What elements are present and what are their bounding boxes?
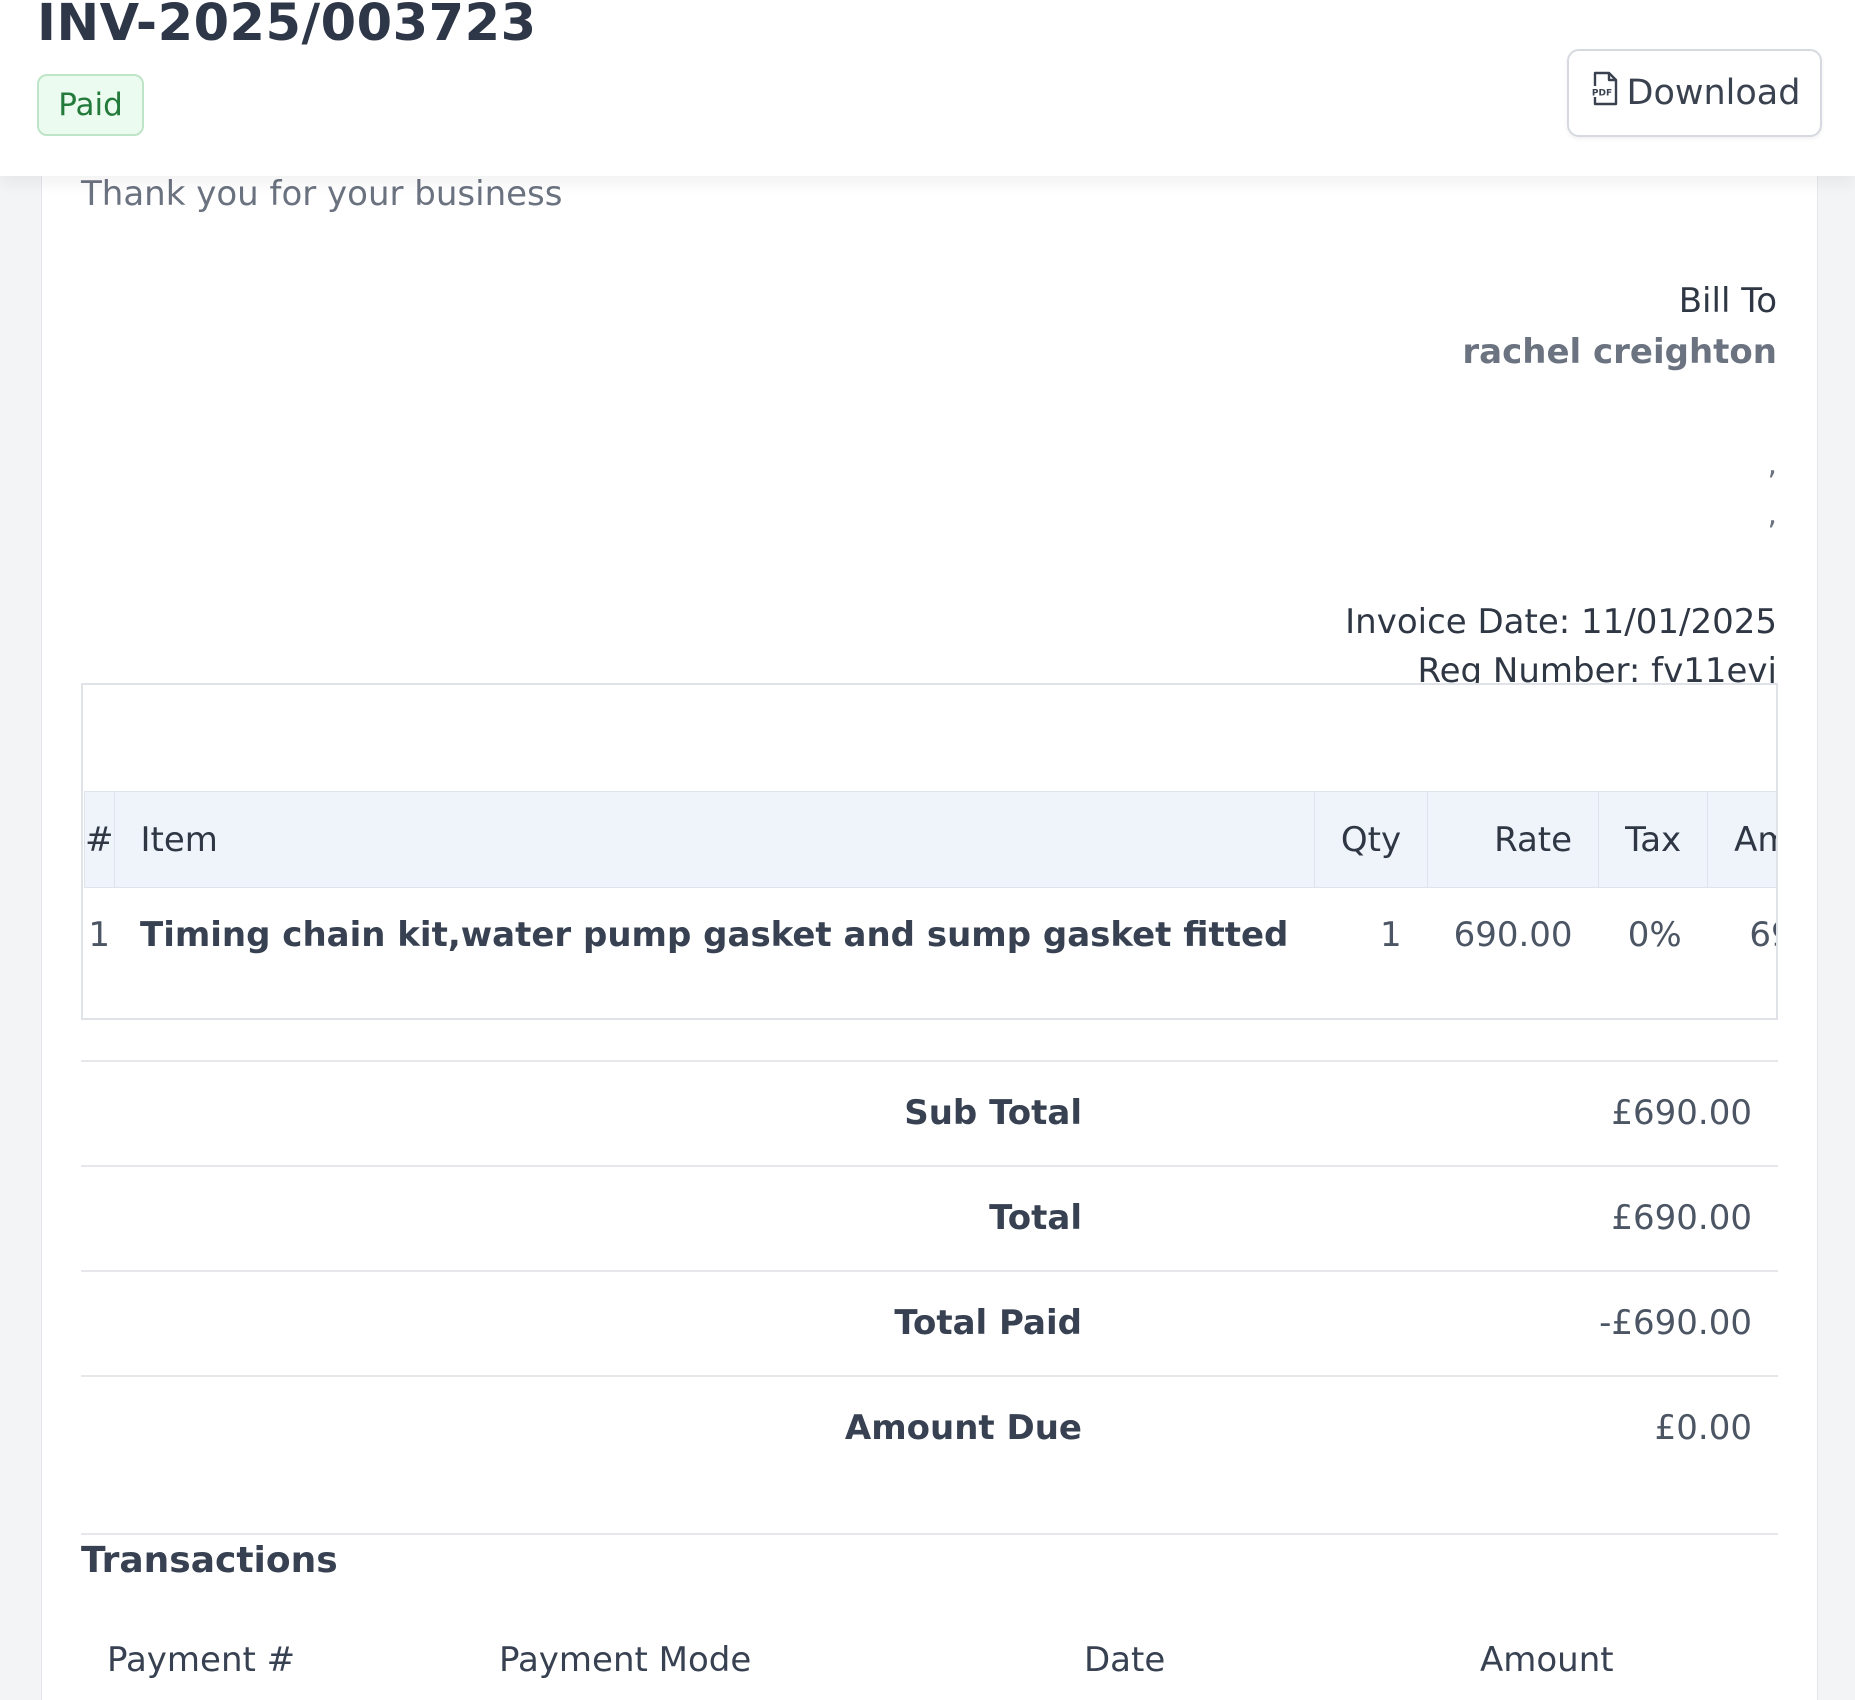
total-label: Total [989, 1198, 1082, 1238]
tx-column-payment-number: Payment # [107, 1640, 296, 1680]
table-row: 1 Timing chain kit,water pump gasket and… [85, 888, 1776, 982]
total-row: Total £690.00 [81, 1165, 1778, 1270]
address-line-1: , [1767, 447, 1777, 482]
row-qty: 1 [1379, 914, 1402, 955]
tx-column-date: Date [1084, 1640, 1166, 1680]
invoice-header: INV-2025/003723 Paid PDF Download [0, 0, 1855, 176]
totals-section: Sub Total £690.00 Total £690.00 Total Pa… [81, 1060, 1778, 1480]
subtotal-value: £690.00 [1611, 1093, 1752, 1133]
invoice-date: Invoice Date: 11/01/2025 [1345, 602, 1777, 642]
subtotal-label: Sub Total [904, 1093, 1082, 1133]
bill-to-label: Bill To [1678, 281, 1777, 321]
column-header-rate: Rate [1427, 791, 1600, 888]
row-amount: 690.00 [1749, 914, 1776, 955]
status-badge: Paid [37, 74, 144, 136]
items-table: # Item Qty Rate Tax Amount 1 Timing chai… [84, 791, 1776, 982]
tx-column-payment-mode: Payment Mode [499, 1640, 752, 1680]
total-paid-value: -£690.00 [1599, 1303, 1752, 1343]
row-tax: 0% [1627, 914, 1682, 955]
column-header-number: # [84, 791, 115, 888]
download-button[interactable]: PDF Download [1567, 49, 1822, 137]
items-table-container[interactable]: # Item Qty Rate Tax Amount 1 Timing chai… [81, 683, 1778, 1020]
row-rate: 690.00 [1453, 914, 1573, 955]
column-header-tax: Tax [1598, 791, 1709, 888]
column-header-amount: Amount [1707, 791, 1776, 888]
pdf-file-icon: PDF [1589, 71, 1621, 116]
row-item: Timing chain kit,water pump gasket and s… [140, 914, 1289, 955]
amount-due-value: £0.00 [1654, 1408, 1752, 1448]
subtotal-row: Sub Total £690.00 [81, 1060, 1778, 1165]
total-paid-row: Total Paid -£690.00 [81, 1270, 1778, 1375]
tx-column-amount: Amount [1480, 1640, 1614, 1680]
column-header-qty: Qty [1313, 791, 1429, 888]
items-table-header: # Item Qty Rate Tax Amount [84, 791, 1776, 888]
row-number: 1 [88, 914, 111, 955]
customer-name: rachel creighton [1462, 332, 1777, 372]
download-label: Download [1626, 73, 1801, 113]
thank-you-note: Thank you for your business [81, 174, 563, 214]
svg-text:PDF: PDF [1591, 88, 1611, 98]
amount-due-label: Amount Due [844, 1408, 1082, 1448]
amount-due-row: Amount Due £0.00 [81, 1375, 1778, 1480]
total-value: £690.00 [1611, 1198, 1752, 1238]
bill-to-block: Bill To rachel creighton , , Invoice Dat… [977, 278, 1777, 697]
transactions-divider [81, 1533, 1778, 1535]
transactions-title: Transactions [81, 1540, 338, 1581]
invoice-number-title: INV-2025/003723 [37, 0, 537, 53]
total-paid-label: Total Paid [894, 1303, 1082, 1343]
address-line-2: , [1767, 497, 1777, 532]
column-header-item: Item [113, 791, 1315, 888]
